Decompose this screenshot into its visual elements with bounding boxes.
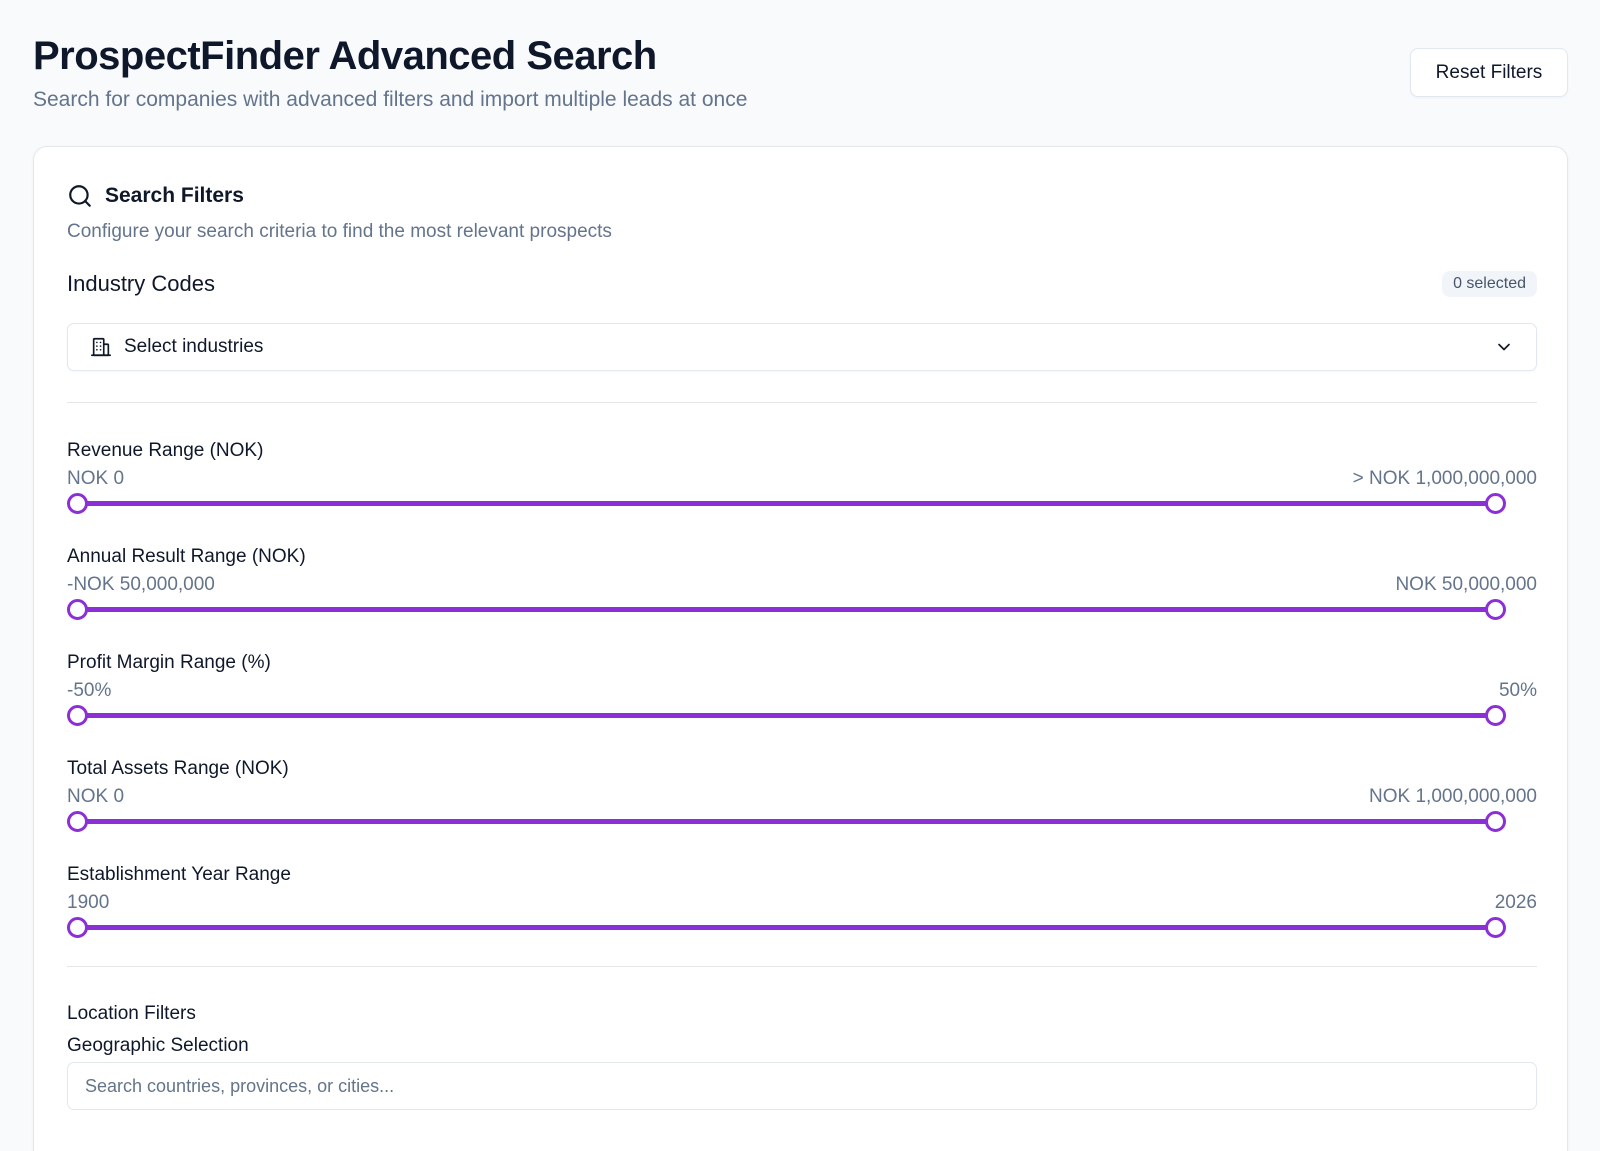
range-label: Profit Margin Range (%) xyxy=(67,652,271,673)
range-min-value: -50% xyxy=(67,680,112,701)
reset-filters-button[interactable]: Reset Filters xyxy=(1410,48,1568,97)
total-assets-range: Total Assets Range (NOK) NOK 0 NOK 1,000… xyxy=(67,758,1537,858)
divider xyxy=(67,966,1537,967)
range-max-value: > NOK 1,000,000,000 xyxy=(1352,468,1537,489)
slider-track[interactable] xyxy=(77,607,1495,612)
slider-track[interactable] xyxy=(77,501,1495,506)
industry-select-dropdown[interactable]: Select industries xyxy=(67,323,1537,371)
slider-thumb-min[interactable] xyxy=(67,811,88,832)
slider-thumb-min[interactable] xyxy=(67,917,88,938)
revenue-range: Revenue Range (NOK) NOK 0 > NOK 1,000,00… xyxy=(67,440,1537,540)
range-min-value: NOK 0 xyxy=(67,468,125,489)
search-filters-card: Search Filters Configure your search cri… xyxy=(33,146,1568,1151)
page-subtitle: Search for companies with advanced filte… xyxy=(33,88,748,111)
card-title: Search Filters xyxy=(105,184,244,207)
page-header: ProspectFinder Advanced Search Search fo… xyxy=(33,34,747,112)
slider-track[interactable] xyxy=(77,925,1495,930)
range-max-value: 50% xyxy=(1498,680,1537,701)
range-min-value: -NOK 50,000,000 xyxy=(67,574,215,595)
range-min-value: NOK 0 xyxy=(67,786,125,807)
range-max-value: 2026 xyxy=(1494,892,1537,913)
slider-thumb-max[interactable] xyxy=(1485,811,1506,832)
slider-thumb-max[interactable] xyxy=(1485,705,1506,726)
slider-track[interactable] xyxy=(77,713,1495,718)
range-label: Total Assets Range (NOK) xyxy=(67,758,289,779)
slider-thumb-max[interactable] xyxy=(1485,917,1506,938)
industry-codes-label: Industry Codes xyxy=(67,271,215,296)
card-title-row: Search Filters xyxy=(67,183,1537,209)
range-label: Establishment Year Range xyxy=(67,864,291,885)
industry-codes-header: Industry Codes 0 selected xyxy=(67,271,1537,297)
slider-thumb-min[interactable] xyxy=(67,599,88,620)
annual-result-range: Annual Result Range (NOK) -NOK 50,000,00… xyxy=(67,546,1537,646)
location-filters-title: Location Filters xyxy=(67,1003,196,1024)
slider-thumb-min[interactable] xyxy=(67,705,88,726)
range-max-value: NOK 50,000,000 xyxy=(1395,574,1537,595)
geographic-selection-label: Geographic Selection xyxy=(67,1035,249,1056)
divider xyxy=(67,402,1537,403)
range-min-value: 1900 xyxy=(67,892,110,913)
geographic-search-input[interactable] xyxy=(67,1062,1537,1110)
slider-thumb-max[interactable] xyxy=(1485,493,1506,514)
establishment-year-range: Establishment Year Range 1900 2026 xyxy=(67,864,1537,964)
selected-count-badge: 0 selected xyxy=(1442,271,1537,297)
range-label: Revenue Range (NOK) xyxy=(67,440,264,461)
industry-select-text: Select industries xyxy=(124,336,264,357)
building-icon xyxy=(90,336,112,358)
range-label: Annual Result Range (NOK) xyxy=(67,546,306,567)
card-description: Configure your search criteria to find t… xyxy=(67,221,612,242)
chevron-down-icon xyxy=(1494,337,1514,357)
profit-margin-range: Profit Margin Range (%) -50% 50% xyxy=(67,652,1537,752)
slider-thumb-max[interactable] xyxy=(1485,599,1506,620)
page: ProspectFinder Advanced Search Search fo… xyxy=(0,0,1600,1151)
card-header: Search Filters Configure your search cri… xyxy=(67,183,1537,243)
slider-track[interactable] xyxy=(77,819,1495,824)
slider-thumb-min[interactable] xyxy=(67,493,88,514)
search-icon xyxy=(67,183,93,209)
range-max-value: NOK 1,000,000,000 xyxy=(1369,786,1537,807)
page-title: ProspectFinder Advanced Search xyxy=(33,34,657,78)
